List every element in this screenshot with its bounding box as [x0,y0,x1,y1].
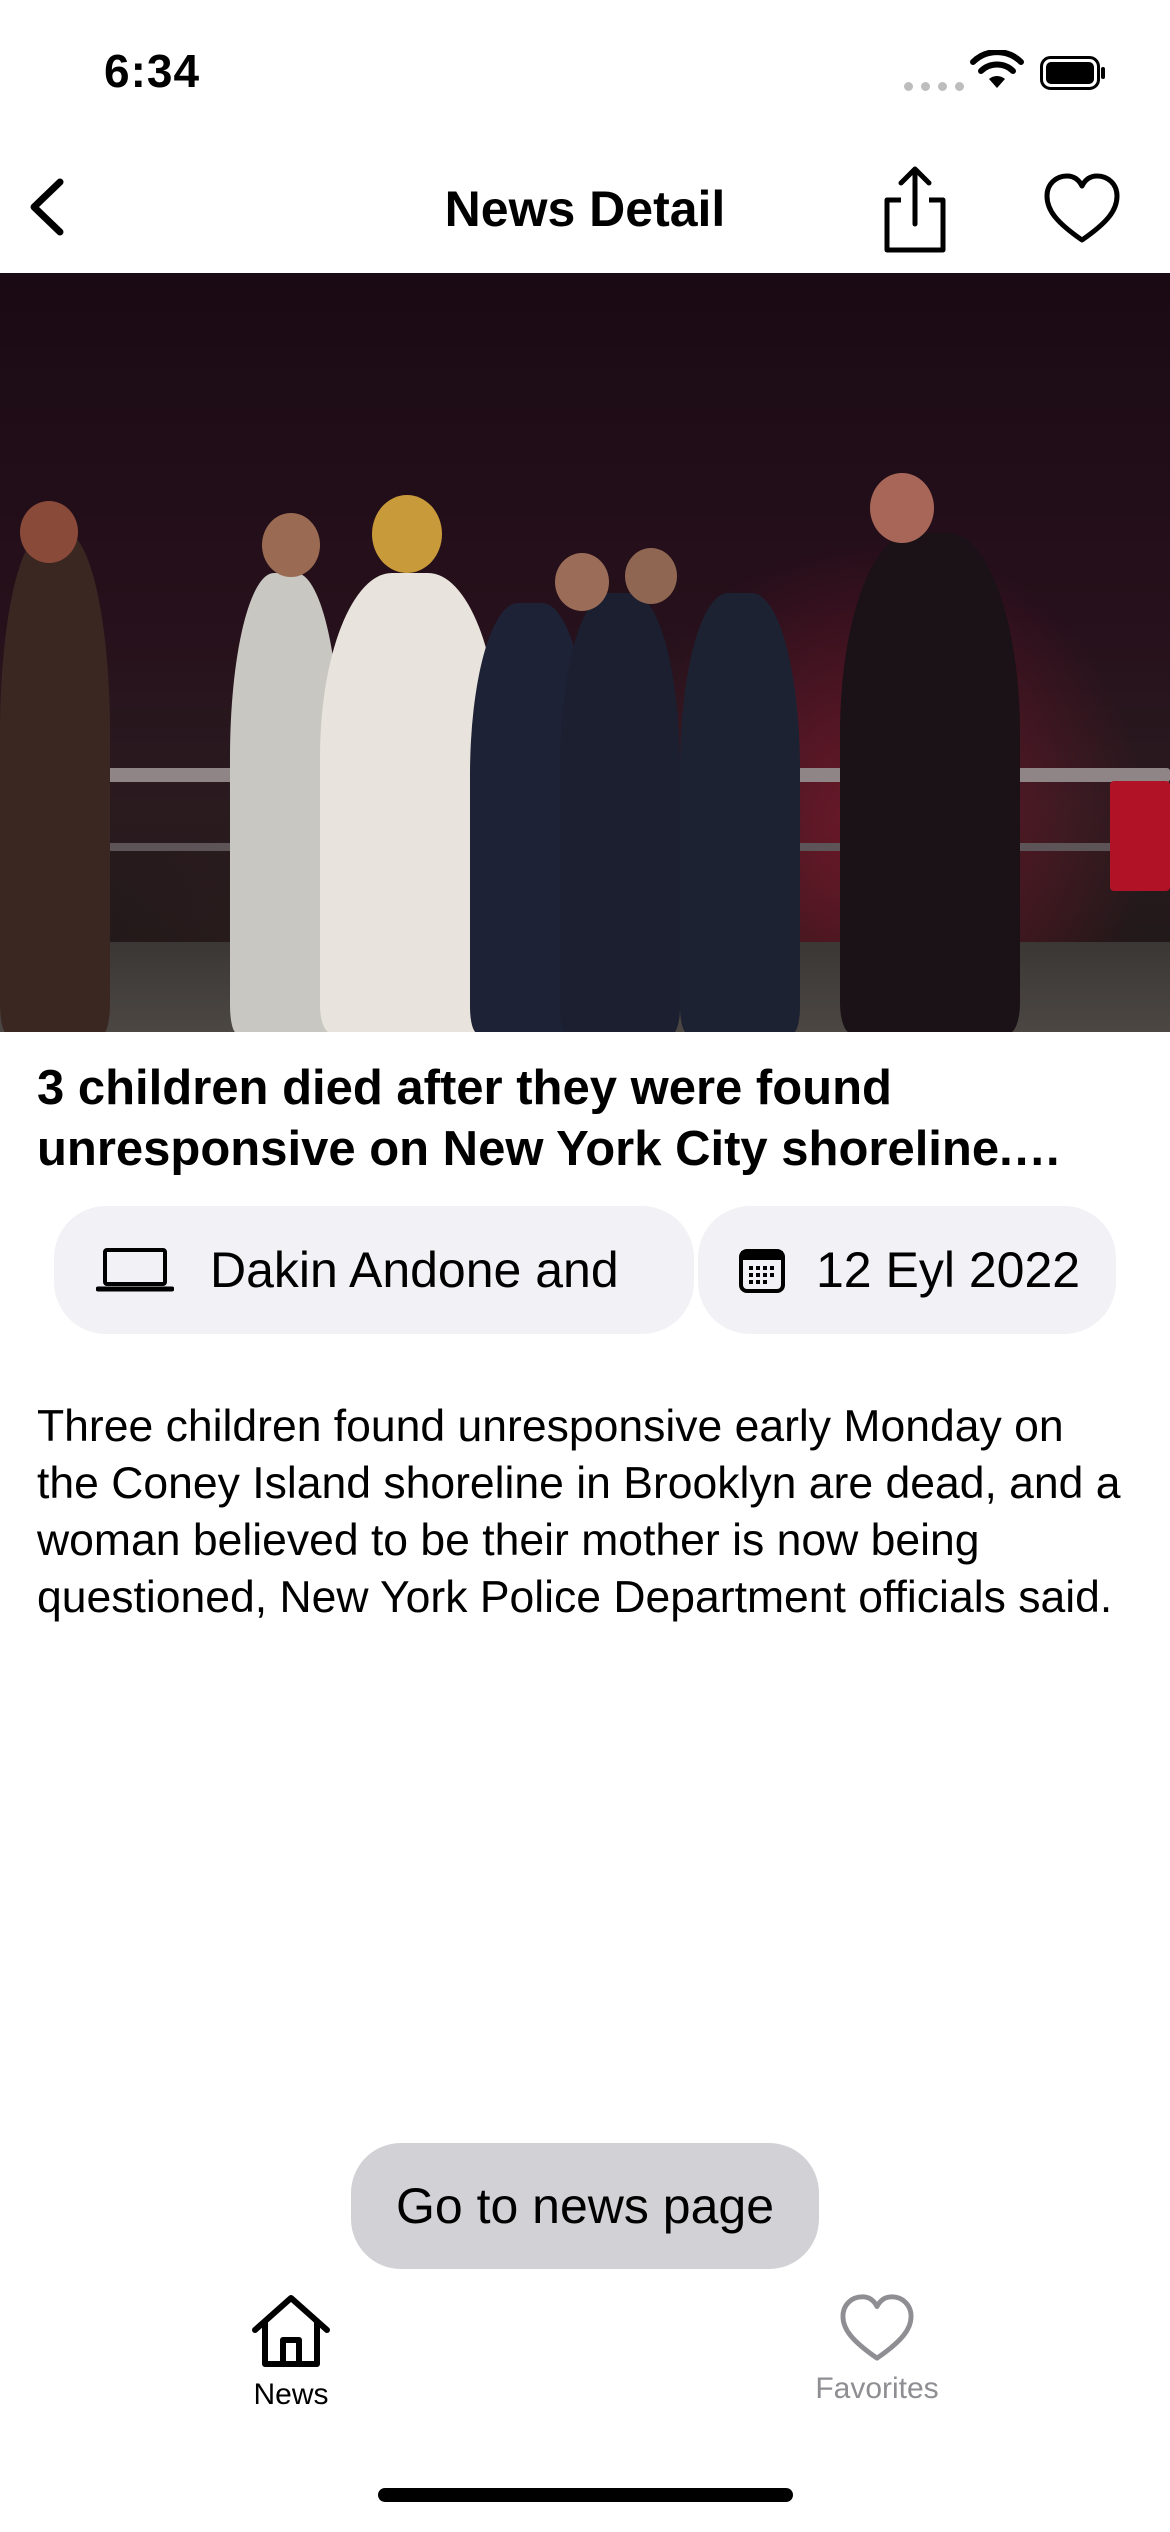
tab-favorites[interactable]: Favorites [757,2292,997,2406]
share-icon [884,166,946,253]
tab-news-label: News [253,2378,329,2411]
heart-outline-icon [1044,173,1120,243]
favorite-button[interactable] [1042,170,1122,250]
home-indicator[interactable] [378,2488,793,2502]
calendar-icon [739,1249,785,1293]
cellular-signal-icon [904,82,964,91]
go-to-news-page-button[interactable]: Go to news page [351,2143,819,2269]
tab-news[interactable]: News [171,2292,411,2412]
battery-icon [1040,56,1105,90]
laptop-icon [96,1248,174,1292]
page-title: News Detail [444,181,726,237]
date-chip[interactable]: 12 Eyl 2022 [698,1206,1116,1334]
wifi-icon [970,50,1024,88]
publish-date: 12 Eyl 2022 [816,1242,1081,1298]
tab-favorites-label: Favorites [815,2372,939,2405]
article-image [0,273,1170,1032]
status-time: 6:34 [104,45,201,97]
article-headline: 3 children died after they were found un… [37,1061,1013,1176]
share-button[interactable] [875,164,955,256]
article-body: Three children found unresponsive early … [37,1402,1121,1622]
author-chip[interactable]: Dakin Andone and [54,1206,694,1334]
house-icon [252,2295,330,2367]
heart-outline-icon [840,2294,914,2361]
author-name: Dakin Andone and [210,1242,619,1298]
